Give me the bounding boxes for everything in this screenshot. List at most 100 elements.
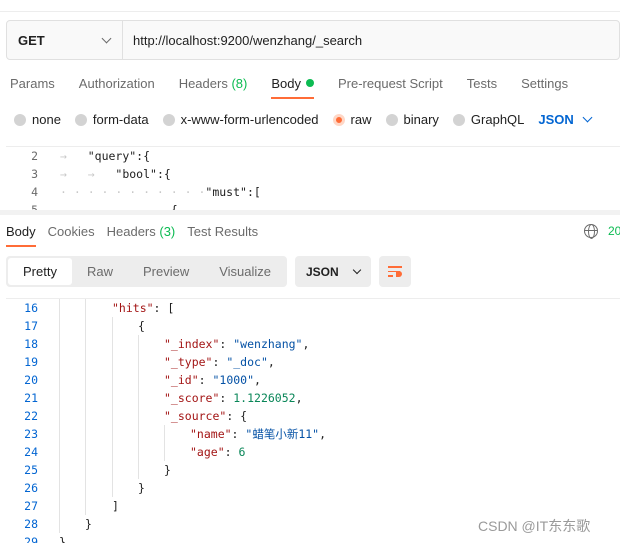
line-number: 2 [31, 149, 38, 163]
radio-binary[interactable]: binary [385, 112, 439, 127]
json-number: 6 [238, 445, 246, 459]
json-key: "_id" [164, 373, 199, 387]
code-text: "_source": { [164, 409, 247, 423]
code-text: "_type": "_doc", [164, 355, 275, 369]
tab-body-label: Body [271, 76, 301, 91]
code-text: { [42, 203, 178, 210]
top-strip [0, 0, 620, 12]
radio-circle-icon [452, 113, 465, 126]
url-input[interactable]: http://localhost:9200/wenzhang/_search [123, 33, 362, 48]
view-preview-button[interactable]: Preview [128, 258, 204, 285]
code-text: "age": 6 [190, 445, 246, 459]
json-punct: : [ [153, 301, 175, 315]
chevron-down-icon [582, 112, 593, 123]
line-number: 3 [31, 167, 38, 181]
globe-icon[interactable] [584, 224, 598, 239]
response-format-label: JSON [306, 264, 339, 279]
radio-raw[interactable]: raw [332, 112, 372, 127]
code-text: "_id": "1000", [164, 373, 261, 387]
chevron-down-icon [352, 265, 362, 274]
line-number: 27 [24, 499, 38, 513]
view-raw-button[interactable]: Raw [72, 258, 128, 285]
line-number: 23 [24, 427, 38, 441]
method-label: GET [18, 32, 45, 48]
headers-count-badge: (8) [231, 76, 248, 91]
code-text: → "query":{ [60, 149, 151, 163]
response-tabs: Body Cookies Headers (3) Test Results [6, 224, 270, 247]
code-text: { [138, 319, 145, 333]
code-text: } [164, 463, 171, 477]
radio-form-data[interactable]: form-data [74, 112, 149, 127]
tab-response-body[interactable]: Body [6, 224, 36, 247]
line-number: 22 [24, 409, 38, 423]
tab-authorization[interactable]: Authorization [79, 76, 155, 99]
line-number: 28 [24, 517, 38, 531]
radio-none[interactable]: none [14, 112, 61, 127]
json-key: "name" [190, 427, 232, 441]
response-line: 26 } [6, 479, 620, 497]
editor-line: 3 → → "bool":{ [6, 165, 620, 183]
response-format-select[interactable]: JSON [295, 256, 371, 287]
line-number: 17 [24, 319, 38, 333]
code-text: "hits": [ [112, 301, 174, 315]
request-body-editor[interactable]: 2 → "query":{ 3 → → "bool":{ 4 · · · · ·… [6, 146, 620, 210]
line-number: 18 [24, 337, 38, 351]
editor-line: 5 { [6, 201, 620, 210]
wrap-lines-icon [388, 266, 402, 277]
json-number: 1.1226052 [233, 391, 296, 405]
tab-test-results[interactable]: Test Results [187, 224, 258, 247]
json-string: "_doc" [226, 355, 268, 369]
view-pretty-button[interactable]: Pretty [8, 258, 72, 285]
code-token: "must":[ [205, 185, 261, 199]
wrap-lines-button[interactable] [379, 256, 411, 287]
response-line: 19 "_type": "_doc", [6, 353, 620, 371]
radio-graphql[interactable]: GraphQL [452, 112, 525, 127]
radio-urlencoded-label: x-www-form-urlencoded [180, 112, 319, 127]
radio-urlencoded[interactable]: x-www-form-urlencoded [162, 112, 319, 127]
json-string: "1000" [212, 373, 255, 387]
code-text: ] [112, 499, 119, 513]
tab-cookies[interactable]: Cookies [48, 224, 95, 247]
body-format-select[interactable]: JSON [538, 112, 593, 127]
json-key: "_index" [164, 337, 220, 351]
line-number: 16 [24, 301, 38, 315]
code-text: · · · · · · · · · · ·"must":[ [60, 185, 261, 199]
radio-selected-icon [332, 113, 345, 126]
line-number: 25 [24, 463, 38, 477]
radio-graphql-label: GraphQL [470, 112, 525, 127]
json-key: "hits" [112, 301, 154, 315]
json-key: "_source" [164, 409, 227, 423]
tab-response-headers[interactable]: Headers (3) [107, 224, 176, 247]
pane-splitter[interactable] [0, 210, 620, 215]
request-bar: GET http://localhost:9200/wenzhang/_sear… [6, 20, 620, 60]
radio-circle-icon [74, 113, 87, 126]
response-body-viewer[interactable]: 16 "hits": [ 17 { 18 "_index": "wenzhang… [6, 298, 620, 543]
tab-response-headers-label: Headers [106, 224, 156, 239]
view-mode-group: Pretty Raw Preview Visualize [6, 256, 287, 287]
line-number: 21 [24, 391, 38, 405]
response-line: 23 "name": "蜡笔小新11", [6, 425, 620, 443]
radio-circle-icon [162, 113, 175, 126]
editor-line: 4 · · · · · · · · · · ·"must":[ [6, 183, 620, 201]
editor-line: 2 → "query":{ [6, 147, 620, 165]
method-select[interactable]: GET [7, 21, 123, 59]
response-line: 17 { [6, 317, 620, 335]
line-number: 26 [24, 481, 38, 495]
view-visualize-button[interactable]: Visualize [204, 258, 286, 285]
response-headers-count-badge: (3) [159, 224, 176, 239]
tab-tests[interactable]: Tests [467, 76, 497, 99]
tab-headers-label: Headers [178, 76, 228, 91]
response-line: 16 "hits": [ [6, 299, 620, 317]
tab-pre-request-script[interactable]: Pre-request Script [338, 76, 443, 99]
json-key: "_type" [164, 355, 213, 369]
json-string: "wenzhang" [233, 337, 303, 351]
code-text: } [59, 535, 66, 543]
tab-params[interactable]: Params [10, 76, 55, 99]
radio-circle-icon [14, 113, 26, 126]
tab-headers[interactable]: Headers (8) [179, 76, 248, 99]
response-line: 21 "_score": 1.1226052, [6, 389, 620, 407]
tab-settings[interactable]: Settings [521, 76, 568, 99]
tab-body[interactable]: Body [271, 76, 314, 99]
code-text: "_score": 1.1226052, [164, 391, 303, 405]
status-code: 20 [608, 224, 620, 238]
